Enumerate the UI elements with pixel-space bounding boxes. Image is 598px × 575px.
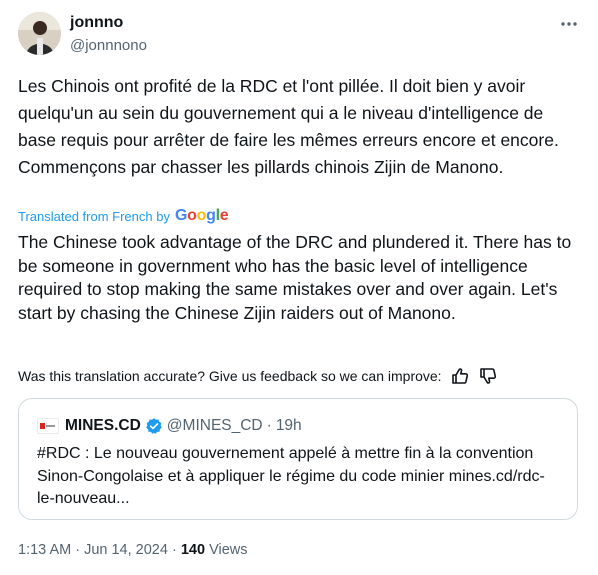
author-avatar[interactable] <box>18 12 61 55</box>
avatar-photo <box>18 12 61 55</box>
thumbs-down-icon[interactable] <box>478 367 498 385</box>
tweet-metadata: 1:13 AM · Jun 14, 2024 · 140 Views <box>18 542 247 558</box>
more-options-icon[interactable] <box>556 14 582 34</box>
quoted-tweet-text: #RDC : Le nouveau gouvernement appelé à … <box>37 445 545 507</box>
author-handle[interactable]: @jonnnono <box>70 37 147 54</box>
translated-text: The Chinese took advantage of the DRC an… <box>18 232 572 323</box>
quoted-tweet[interactable]: MINES.CD @MINES_CD · 19h #RDC : Le nouve… <box>18 398 578 520</box>
google-logo: Google <box>174 207 229 224</box>
quoted-tweet-header: MINES.CD @MINES_CD · 19h <box>37 417 302 435</box>
views-count: 140 <box>180 542 206 558</box>
translation-feedback: Was this translation accurate? Give us f… <box>18 367 498 385</box>
thumbs-up-icon[interactable] <box>450 367 470 385</box>
quoted-author-name: MINES.CD <box>65 417 141 434</box>
separator-dot: · <box>266 417 272 434</box>
author-display-name[interactable]: jonnno <box>70 14 123 32</box>
tweet-text: Les Chinois ont profité de la RDC et l'o… <box>18 76 559 177</box>
translation-attribution[interactable]: Translated from French by Google <box>18 207 229 225</box>
feedback-prompt: Was this translation accurate? Give us f… <box>18 368 442 384</box>
translated-from-label: Translated from French by <box>18 208 170 224</box>
tweet-timestamp[interactable]: 1:13 AM · Jun 14, 2024 · <box>18 542 177 558</box>
quoted-author-handle: @MINES_CD <box>166 417 263 434</box>
quoted-timestamp: 19h <box>275 417 302 434</box>
views-label: Views <box>209 542 248 558</box>
mines-cd-logo <box>37 418 59 434</box>
verified-badge-icon <box>145 417 163 435</box>
